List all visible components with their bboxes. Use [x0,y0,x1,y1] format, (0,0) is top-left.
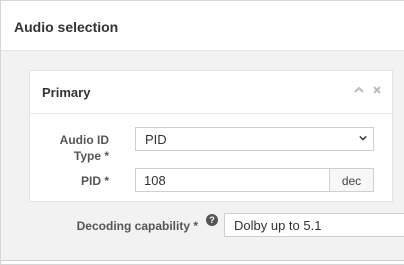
panel-tools [354,85,382,97]
decoding-capability-select[interactable]: Dolby up to 5.1 [224,213,404,237]
pid-unit-addon: dec [329,168,374,192]
close-icon[interactable] [372,85,382,97]
divider [1,260,404,261]
help-icon[interactable]: ? [206,214,218,226]
pid-input[interactable]: 108 [135,168,330,192]
pid-label: PID * [80,174,109,188]
dialog-title: Audio selection [14,19,119,35]
audio-id-type-select[interactable]: PID [135,127,374,151]
audio-id-type-label-line2: Type * [73,149,109,163]
audio-id-type-value: PID [145,132,167,147]
decoding-capability-label: Decoding capability * [76,219,198,233]
audio-id-type-label: Audio ID Type * [59,133,109,163]
decoding-capability-value: Dolby up to 5.1 [234,218,322,233]
collapse-icon[interactable] [354,85,364,97]
audio-id-type-label-line1: Audio ID [59,133,109,147]
chevron-down-icon [359,135,367,141]
dialog-header: Audio selection [1,1,404,51]
audio-selection-dialog: Audio selection Primary Audio ID Type * … [0,0,404,265]
primary-panel-title: Primary [42,85,91,100]
primary-panel-header: Primary [30,71,392,114]
